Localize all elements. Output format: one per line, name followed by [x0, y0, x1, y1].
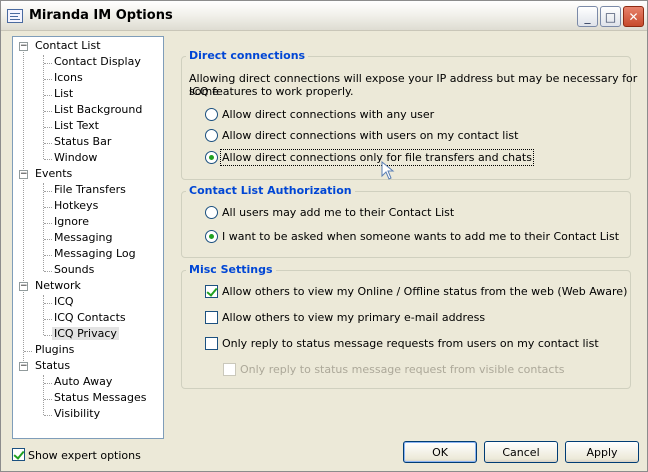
tree-item-sounds[interactable]: Sounds [52, 262, 96, 278]
tree-item-status-messages[interactable]: Status Messages [52, 390, 149, 406]
close-button[interactable]: ✕ [623, 6, 644, 27]
tree-item-plugins[interactable]: Plugins [33, 342, 76, 358]
checkbox-reply-visible[interactable] [223, 363, 236, 376]
radio-direct-any-user-label[interactable]: Allow direct connections with any user [222, 108, 434, 121]
tree-item-icq[interactable]: ICQ [52, 294, 76, 310]
tree-item-window[interactable]: Window [52, 150, 99, 166]
tree-item-visibility[interactable]: Visibility [52, 406, 102, 422]
radio-auth-all-users-label[interactable]: All users may add me to their Contact Li… [222, 206, 454, 219]
collapse-events-icon[interactable]: − [19, 170, 28, 179]
checkbox-web-aware[interactable] [205, 285, 218, 298]
radio-direct-file-transfers[interactable] [205, 151, 218, 164]
tree-item-auto-away[interactable]: Auto Away [52, 374, 114, 390]
radio-auth-ask[interactable] [205, 230, 218, 243]
radio-auth-all-users[interactable] [205, 206, 218, 219]
tree-item-ignore[interactable]: Ignore [52, 214, 91, 230]
tree-item-events[interactable]: Events [33, 166, 74, 182]
radio-direct-any-user[interactable] [205, 108, 218, 121]
options-tree[interactable]: − Contact List Contact Display Icons Lis… [12, 36, 164, 439]
apply-button[interactable]: Apply [565, 441, 639, 463]
tree-item-contact-list[interactable]: Contact List [33, 38, 103, 54]
collapse-network-icon[interactable]: − [19, 282, 28, 291]
tree-item-list-background[interactable]: List Background [52, 102, 144, 118]
tree-item-status[interactable]: Status [33, 358, 72, 374]
tree-item-list-text[interactable]: List Text [52, 118, 101, 134]
direct-connections-description-line2: ICQ features to work properly. [189, 85, 354, 98]
maximize-button[interactable]: □ [600, 6, 621, 27]
tree-item-contact-display[interactable]: Contact Display [52, 54, 143, 70]
checkbox-reply-visible-label[interactable]: Only reply to status message request fro… [240, 363, 565, 376]
title-bar[interactable]: Miranda IM Options _ □ ✕ [1, 1, 647, 31]
show-expert-options-label[interactable]: Show expert options [28, 449, 141, 462]
radio-direct-contact-list-label[interactable]: Allow direct connections with users on m… [222, 129, 518, 142]
checkbox-reply-contact-list-label[interactable]: Only reply to status message requests fr… [222, 337, 599, 350]
minimize-icon: _ [584, 9, 591, 24]
tree-item-icons[interactable]: Icons [52, 70, 85, 86]
checkbox-web-aware-label[interactable]: Allow others to view my Online / Offline… [222, 285, 627, 298]
radio-direct-contact-list[interactable] [205, 129, 218, 142]
tree-item-messaging-log[interactable]: Messaging Log [52, 246, 138, 262]
tree-item-messaging[interactable]: Messaging [52, 230, 114, 246]
checkbox-show-email[interactable] [205, 311, 218, 324]
authorization-title: Contact List Authorization [186, 184, 355, 197]
maximize-icon: □ [604, 9, 617, 24]
minimize-button[interactable]: _ [577, 6, 598, 27]
checkbox-show-email-label[interactable]: Allow others to view my primary e-mail a… [222, 311, 485, 324]
checkbox-reply-contact-list[interactable] [205, 337, 218, 350]
authorization-group [181, 191, 631, 258]
radio-direct-file-transfers-label[interactable]: Allow direct connections only for file t… [220, 149, 534, 166]
tree-item-list[interactable]: List [52, 86, 75, 102]
tree-item-network[interactable]: Network [33, 278, 83, 294]
tree-item-file-transfers[interactable]: File Transfers [52, 182, 128, 198]
checkbox-show-expert-options[interactable] [12, 448, 25, 461]
ok-button[interactable]: OK [403, 441, 477, 463]
misc-settings-title: Misc Settings [186, 263, 276, 276]
app-options-icon [7, 9, 23, 23]
close-icon: ✕ [628, 9, 639, 24]
direct-connections-title: Direct connections [186, 49, 309, 62]
tree-item-icq-contacts[interactable]: ICQ Contacts [52, 310, 128, 326]
window-title: Miranda IM Options [29, 8, 173, 23]
cancel-button[interactable]: Cancel [484, 441, 558, 463]
tree-item-icq-privacy[interactable]: ICQ Privacy [52, 326, 119, 342]
collapse-contact-list-icon[interactable]: − [19, 42, 28, 51]
options-window: Miranda IM Options _ □ ✕ − Contact List … [0, 0, 648, 472]
tree-item-hotkeys[interactable]: Hotkeys [52, 198, 100, 214]
tree-item-status-bar[interactable]: Status Bar [52, 134, 113, 150]
radio-auth-ask-label[interactable]: I want to be asked when someone wants to… [222, 230, 619, 243]
mouse-pointer-icon [381, 161, 395, 180]
collapse-status-icon[interactable]: − [19, 362, 28, 371]
